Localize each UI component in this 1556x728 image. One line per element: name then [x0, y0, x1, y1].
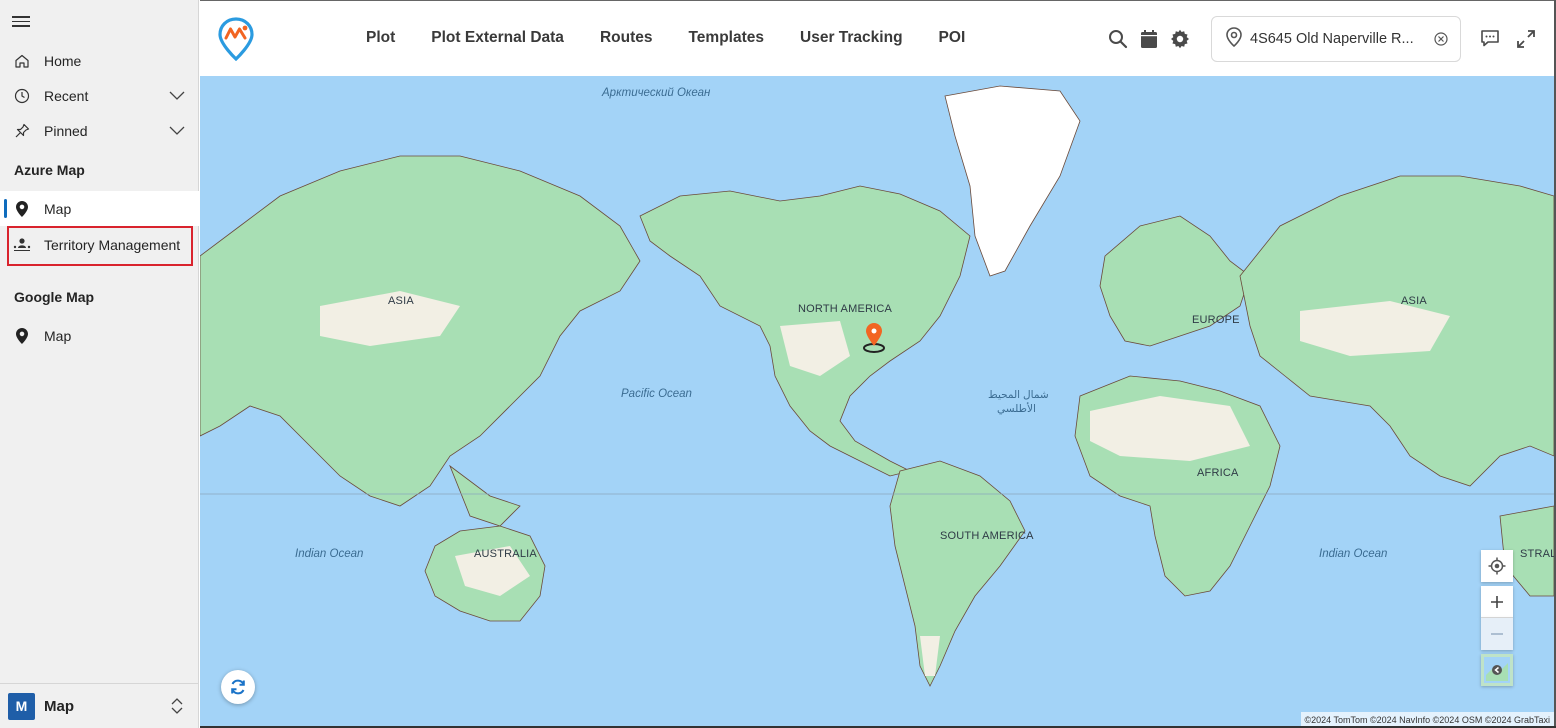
- search-icon[interactable]: [1108, 29, 1128, 49]
- chevron-up-down-icon: [171, 697, 183, 720]
- map-label-australia: AUSTRALIA: [474, 548, 537, 560]
- sidebar-item-home[interactable]: Home: [0, 43, 199, 78]
- map-style-icon: [1484, 657, 1510, 683]
- minus-icon: [1491, 633, 1503, 635]
- world-map: [200, 85, 1554, 687]
- map-label-europe: EUROPE: [1192, 314, 1240, 326]
- top-nav: Plot Plot External Data Routes Templates…: [366, 29, 1001, 47]
- app-logo: [218, 17, 254, 62]
- map-canvas[interactable]: Арктический Океан ASIA NORTH AMERICA EUR…: [200, 76, 1554, 728]
- my-location-button[interactable]: [1481, 550, 1513, 582]
- map-label-asia-left: ASIA: [388, 295, 414, 307]
- clock-icon: [0, 88, 44, 104]
- chevron-down-icon[interactable]: [169, 88, 185, 105]
- map-label-africa: AFRICA: [1197, 467, 1239, 479]
- map-label-south-america: SOUTH AMERICA: [940, 530, 1034, 542]
- section-title-google-map: Google Map: [14, 289, 95, 305]
- sidebar: Home Recent Pinned Azure Map Map Territo…: [0, 0, 199, 728]
- sidebar-item-azure-map[interactable]: Map: [0, 191, 199, 226]
- map-label-north-america: NORTH AMERICA: [798, 303, 893, 315]
- sidebar-item-recent[interactable]: Recent: [0, 78, 199, 113]
- map-label-indian-right: Indian Ocean: [1319, 548, 1388, 560]
- expand-icon[interactable]: [1517, 30, 1537, 50]
- pin-icon: [0, 123, 44, 139]
- map-label-stralia: STRALIA: [1520, 548, 1554, 560]
- section-title-azure-map: Azure Map: [14, 162, 85, 178]
- sidebar-item-label: Map: [44, 200, 72, 217]
- calendar-icon[interactable]: [1140, 29, 1160, 49]
- gear-icon[interactable]: [1170, 29, 1190, 49]
- nav-poi[interactable]: POI: [939, 29, 966, 47]
- map-style-button[interactable]: [1481, 654, 1513, 686]
- hamburger-menu-icon[interactable]: [12, 13, 32, 31]
- territory-icon: [0, 237, 44, 253]
- sidebar-item-territory-management[interactable]: Territory Management: [0, 227, 199, 262]
- nav-plot[interactable]: Plot: [366, 29, 395, 47]
- address-search-box[interactable]: [1211, 16, 1461, 62]
- top-header: Plot Plot External Data Routes Templates…: [200, 0, 1556, 76]
- selected-indicator: [4, 199, 7, 218]
- map-label-asia-right: ASIA: [1401, 295, 1427, 307]
- app-switcher[interactable]: M Map: [0, 683, 199, 728]
- map-label-atlantic-2: الأطلسي: [997, 403, 1036, 415]
- map-marker-icon: [0, 327, 44, 344]
- sidebar-item-google-map[interactable]: Map: [0, 318, 199, 353]
- home-icon: [0, 53, 44, 69]
- plus-icon: [1491, 595, 1503, 608]
- sidebar-item-pinned[interactable]: Pinned: [0, 113, 199, 148]
- nav-plot-external-data[interactable]: Plot External Data: [431, 29, 564, 47]
- sidebar-item-label: Territory Management: [44, 236, 181, 253]
- nav-routes[interactable]: Routes: [600, 29, 653, 47]
- refresh-button[interactable]: [221, 670, 255, 704]
- app-switcher-label: Map: [44, 697, 74, 715]
- map-label-pacific: Pacific Ocean: [621, 388, 692, 400]
- refresh-icon: [231, 679, 245, 695]
- location-pin-icon: [1226, 26, 1242, 52]
- chevron-down-icon[interactable]: [169, 123, 185, 140]
- app-avatar: M: [8, 692, 35, 720]
- nav-user-tracking[interactable]: User Tracking: [800, 29, 903, 47]
- map-label-arctic: Арктический Океан: [602, 87, 711, 99]
- zoom-in-button[interactable]: [1481, 586, 1513, 618]
- sidebar-item-label: Home: [44, 52, 82, 69]
- clear-icon[interactable]: [1434, 32, 1448, 51]
- sidebar-item-label: Map: [44, 327, 72, 344]
- crosshair-icon: [1488, 557, 1506, 575]
- map-label-indian-left: Indian Ocean: [295, 548, 364, 560]
- address-search-input[interactable]: [1250, 31, 1420, 47]
- map-label-atlantic-1: شمال المحيط: [988, 389, 1049, 401]
- nav-templates[interactable]: Templates: [688, 29, 764, 47]
- zoom-out-button[interactable]: [1481, 618, 1513, 650]
- chat-icon[interactable]: [1480, 28, 1500, 48]
